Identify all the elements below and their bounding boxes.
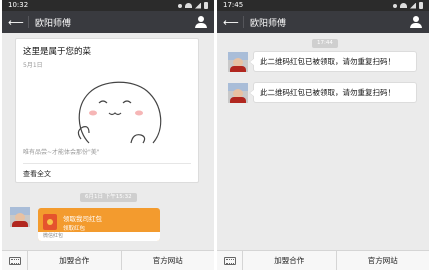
title-bar: ⟵ 欧阳师傅 bbox=[2, 11, 214, 33]
menu-join[interactable]: 加盟合作 bbox=[28, 251, 121, 270]
menu-website[interactable]: 官方网站 bbox=[335, 250, 430, 270]
title-separator bbox=[243, 16, 244, 28]
red-packet-sub: 领取红包 bbox=[63, 225, 86, 232]
person-icon[interactable] bbox=[409, 15, 423, 29]
article-image bbox=[23, 73, 191, 145]
wifi-icon bbox=[400, 3, 407, 8]
battery-icon bbox=[419, 2, 423, 9]
article-caption: 唯有品尝~才能体会那份"美" bbox=[23, 149, 100, 156]
red-packet-message[interactable]: 领取我司红包 领取红包 微信红包 bbox=[38, 208, 160, 241]
keyboard-toggle[interactable] bbox=[217, 250, 243, 270]
read-more-link[interactable]: 查看全文 bbox=[23, 169, 191, 179]
person-icon[interactable] bbox=[194, 15, 208, 29]
red-packet-icon bbox=[43, 214, 57, 230]
red-packet-title: 领取我司红包 bbox=[63, 214, 102, 223]
menu-website[interactable]: 官方网站 bbox=[120, 250, 215, 270]
status-time: 17:45 bbox=[223, 1, 244, 9]
article-date: 5月1日 bbox=[23, 62, 43, 69]
article-title: 这里是属于您的菜 bbox=[23, 47, 92, 57]
keyboard-toggle[interactable] bbox=[2, 250, 28, 270]
article-card[interactable]: 这里是属于您的菜 5月1日 唯有品尝~才能体会那份"美" 查看全文 bbox=[15, 38, 199, 183]
wifi-icon bbox=[185, 3, 192, 8]
back-arrow-icon[interactable]: ⟵ bbox=[8, 16, 24, 29]
bottom-menu-bar: 加盟合作 官方网站 bbox=[2, 250, 214, 270]
status-bar: 17:45 bbox=[217, 0, 429, 11]
avatar[interactable] bbox=[228, 52, 248, 72]
status-bar: 10:32 bbox=[2, 0, 214, 11]
status-time: 10:32 bbox=[8, 1, 29, 9]
bottom-menu-bar: 加盟合作 官方网站 bbox=[217, 250, 429, 270]
avatar[interactable] bbox=[10, 207, 30, 227]
alarm-icon bbox=[393, 3, 397, 8]
red-packet-footer: 微信红包 bbox=[38, 232, 160, 241]
status-icons bbox=[393, 2, 423, 9]
keyboard-icon bbox=[8, 256, 21, 265]
cartoon-face-icon bbox=[77, 81, 162, 144]
back-arrow-icon[interactable]: ⟵ bbox=[223, 16, 239, 29]
time-chip: 6月1日 下午15:32 bbox=[80, 193, 137, 202]
status-icons bbox=[178, 2, 208, 9]
left-chat-screen: 10:32 ⟵ 欧阳师傅 这里是属于您的菜 5月1日 唯有品尝~才能体会那份"美… bbox=[2, 0, 214, 270]
signal-icon bbox=[410, 2, 416, 9]
message-bubble[interactable]: 此二维码红包已被领取，请勿重复扫码！ bbox=[249, 82, 417, 103]
message-bubble[interactable]: 此二维码红包已被领取，请勿重复扫码！ bbox=[249, 51, 417, 72]
right-chat-screen: 17:45 ⟵ 欧阳师傅 17:44 此二维码红包已被领取，请勿重复扫码！ 此二… bbox=[217, 0, 429, 270]
time-chip: 17:44 bbox=[312, 39, 338, 48]
divider bbox=[23, 163, 191, 164]
menu-join[interactable]: 加盟合作 bbox=[243, 251, 336, 270]
keyboard-icon bbox=[223, 256, 236, 265]
battery-icon bbox=[204, 2, 208, 9]
avatar[interactable] bbox=[228, 83, 248, 103]
title-separator bbox=[28, 16, 29, 28]
chat-title: 欧阳师傅 bbox=[250, 18, 287, 29]
alarm-icon bbox=[178, 3, 182, 8]
chat-title: 欧阳师傅 bbox=[35, 18, 72, 29]
title-bar: ⟵ 欧阳师傅 bbox=[217, 11, 429, 33]
signal-icon bbox=[195, 2, 201, 9]
